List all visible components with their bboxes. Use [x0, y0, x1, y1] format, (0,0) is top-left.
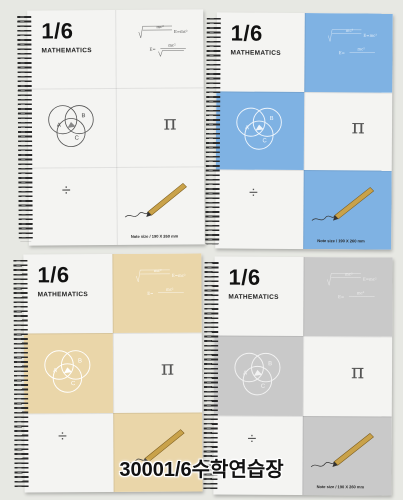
venn-diagram: A B C	[48, 105, 94, 147]
cover-subtitle: MATHEMATICS	[228, 293, 279, 301]
svg-text:B: B	[78, 358, 82, 364]
svg-text:E=: E=	[147, 291, 153, 296]
cover-title: 1/6	[230, 20, 263, 46]
cover-subtitle: MATHEMATICS	[41, 47, 92, 55]
pencil-graphic	[125, 182, 188, 217]
pencil-graphic	[311, 187, 375, 221]
svg-text:A: A	[57, 123, 61, 129]
note-size-label: Note size / 190 X 260 mm	[317, 238, 365, 244]
cover-title: 1/6	[37, 262, 70, 288]
divide-symbol: ÷	[58, 427, 67, 445]
divide-symbol: ÷	[248, 184, 258, 202]
pi-symbol: π	[160, 355, 175, 381]
svg-text:mc²: mc²	[357, 46, 365, 51]
svg-text:mc²: mc²	[166, 287, 174, 292]
svg-text:E=mc²: E=mc²	[363, 33, 377, 38]
svg-text:C: C	[74, 135, 79, 141]
svg-text:C: C	[71, 381, 76, 387]
svg-text:C: C	[262, 138, 267, 144]
venn-diagram: A B C	[44, 350, 91, 393]
svg-text:A: A	[243, 371, 247, 377]
cover: 1/6 MATHEMATICS mc² E=mc² E= mc² A B C π	[215, 12, 393, 250]
svg-text:E=mc²: E=mc²	[172, 273, 186, 278]
svg-text:mc²: mc²	[168, 43, 176, 48]
pi-symbol: π	[351, 359, 365, 384]
svg-text:E=mc²: E=mc²	[174, 29, 188, 34]
svg-text:E=: E=	[338, 294, 344, 299]
cover-subtitle: MATHEMATICS	[37, 291, 88, 299]
cover-title: 1/6	[41, 18, 74, 44]
pi-symbol: π	[163, 110, 177, 135]
notebook-blue: 1/6 MATHEMATICS mc² E=mc² E= mc² A B C π	[205, 12, 393, 250]
svg-text:E=: E=	[339, 50, 345, 55]
venn-diagram: A B C	[236, 107, 282, 150]
svg-text:mc²: mc²	[156, 24, 164, 29]
pi-symbol: π	[351, 114, 365, 139]
note-size-label: Note size / 190 X 260 mm	[130, 233, 179, 239]
svg-text:A: A	[245, 125, 249, 131]
svg-text:B: B	[269, 116, 273, 122]
note-size-label: Note size / 190 X 260 mm	[316, 484, 365, 490]
cover-subtitle: MATHEMATICS	[230, 49, 281, 57]
svg-text:B: B	[268, 361, 272, 367]
svg-text:C: C	[261, 384, 266, 390]
divide-symbol: ÷	[247, 430, 257, 448]
svg-text:mc²: mc²	[154, 268, 162, 273]
product-photo: 1/6 MATHEMATICS mc² E=mc² E= mc² A B C π…	[0, 0, 403, 500]
svg-text:mc²: mc²	[357, 290, 365, 295]
notebook-white: 1/6 MATHEMATICS mc² E=mc² E= mc² A B C π…	[17, 9, 205, 246]
divide-symbol: ÷	[61, 181, 71, 199]
svg-text:mc²: mc²	[345, 271, 353, 276]
svg-text:E=: E=	[150, 47, 156, 52]
formula-graphic: mc² E=mc² E= mc²	[327, 271, 377, 299]
venn-diagram: A B C	[234, 352, 281, 396]
svg-text:B: B	[81, 113, 85, 119]
product-caption: 30001/6수학연습장	[119, 459, 284, 481]
svg-text:E=mc²: E=mc²	[363, 276, 377, 281]
cover: 1/6 MATHEMATICS mc² E=mc² E= mc² A B C π…	[27, 9, 205, 246]
cover-title: 1/6	[228, 264, 261, 290]
formula-graphic: mc² E=mc² E= mc²	[327, 28, 377, 55]
svg-text:mc²: mc²	[346, 28, 354, 33]
formula-graphic: mc² E=mc² E= mc²	[136, 268, 186, 296]
svg-text:A: A	[53, 368, 57, 374]
formula-graphic: mc² E=mc² E= mc²	[138, 24, 188, 57]
